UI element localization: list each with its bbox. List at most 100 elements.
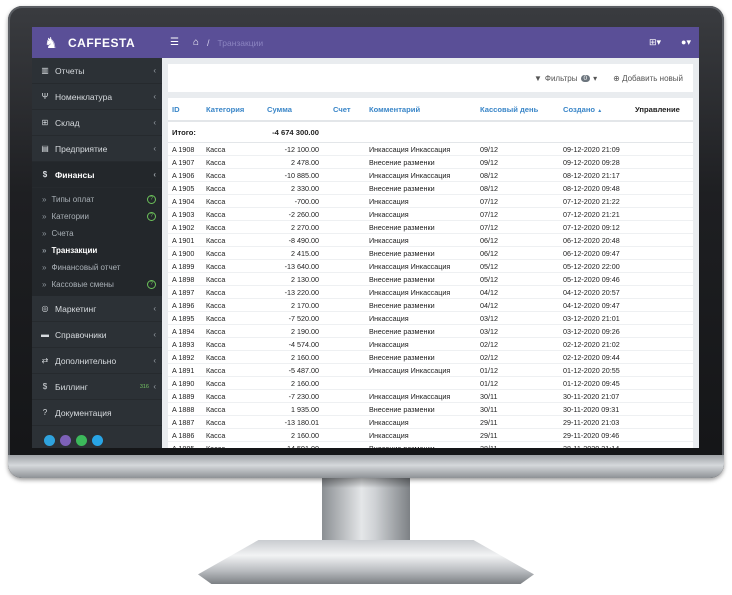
table-row[interactable]: A 1891 Касса -5 487.00 Инкассация Инкассаци… bbox=[168, 363, 693, 377]
cell-actions[interactable] bbox=[631, 220, 693, 234]
cell-id: A 1890 bbox=[168, 376, 202, 390]
telegram-icon[interactable] bbox=[44, 435, 55, 446]
table-row[interactable]: A 1889 Касса -7 230.00 Инкассация Инкассаци… bbox=[168, 389, 693, 403]
double-chevron-icon: » bbox=[42, 212, 47, 221]
cell-actions[interactable] bbox=[631, 415, 693, 429]
table-row[interactable]: A 1899 Касса -13 640.00 Инкассация Инкассац… bbox=[168, 259, 693, 273]
table-row[interactable]: A 1893 Касса -4 574.00 Инкассация 02/12 02-12… bbox=[168, 337, 693, 351]
cell-actions[interactable] bbox=[631, 337, 693, 351]
table-row[interactable]: A 1907 Касса 2 478.00 Внесение разменки 09/1… bbox=[168, 155, 693, 169]
sidebar-item-additional[interactable]: ⇄ Дополнительно ‹ bbox=[32, 348, 162, 374]
cell-actions[interactable] bbox=[631, 142, 693, 156]
cell-account bbox=[329, 272, 365, 286]
help-icon[interactable]: ? bbox=[147, 280, 156, 289]
table-row[interactable]: A 1900 Касса 2 415.00 Внесение разменки 06/1… bbox=[168, 246, 693, 260]
dollar-icon: $ bbox=[42, 170, 48, 179]
cell-actions[interactable] bbox=[631, 168, 693, 182]
total-row: Итого: -4 674 300.00 bbox=[168, 121, 693, 143]
col-header-account[interactable]: Счет bbox=[329, 98, 365, 122]
col-header-amount[interactable]: Сумма bbox=[263, 98, 329, 122]
cell-actions[interactable] bbox=[631, 194, 693, 208]
sidebar-subitem-cash-shifts[interactable]: » Кассовые смены ? bbox=[32, 276, 162, 293]
table-row[interactable]: A 1887 Касса -13 180.01 Инкассация 29/11 29-1… bbox=[168, 415, 693, 429]
table-row[interactable]: A 1908 Касса -12 100.00 Инкассация Инкассац… bbox=[168, 142, 693, 156]
col-header-created[interactable]: Создано ▲ bbox=[559, 98, 631, 122]
target-icon: ◎ bbox=[41, 304, 49, 313]
help-icon[interactable]: ? bbox=[147, 195, 156, 204]
add-new-button[interactable]: ⊕ Добавить новый bbox=[613, 74, 683, 83]
table-row[interactable]: A 1896 Касса 2 170.00 Внесение разменки 04/1… bbox=[168, 298, 693, 312]
cell-comment: Внесение разменки bbox=[365, 246, 476, 260]
total-value: -4 674 300.00 bbox=[263, 121, 329, 143]
table-row[interactable]: A 1903 Касса -2 260.00 Инкассация 07/12 07-12… bbox=[168, 207, 693, 221]
col-header-category[interactable]: Категория bbox=[202, 98, 263, 122]
sidebar-subitem-financial-report[interactable]: » Финансовый отчет bbox=[32, 259, 162, 276]
table-row[interactable]: A 1905 Касса 2 330.00 Внесение разменки 08/1… bbox=[168, 181, 693, 195]
skype-icon[interactable] bbox=[92, 435, 103, 446]
whatsapp-icon[interactable] bbox=[76, 435, 87, 446]
sidebar-item-warehouse[interactable]: ⊞ Склад ‹ bbox=[32, 110, 162, 136]
table-row[interactable]: A 1894 Касса 2 190.00 Внесение разменки 03/1… bbox=[168, 324, 693, 338]
cell-category: Касса bbox=[202, 272, 263, 286]
sidebar-subitem-categories[interactable]: » Категории ? bbox=[32, 208, 162, 225]
sidebar-item-billing[interactable]: $ Биллинг 316 ‹ bbox=[32, 374, 162, 400]
cell-category: Касса bbox=[202, 142, 263, 156]
sidebar-item-label: Отчеты bbox=[55, 65, 85, 76]
table-row[interactable]: A 1895 Касса -7 520.00 Инкассация 03/12 03-12… bbox=[168, 311, 693, 325]
table-row[interactable]: A 1898 Касса 2 130.00 Внесение разменки 05/1… bbox=[168, 272, 693, 286]
table-row[interactable]: A 1902 Касса 2 270.00 Внесение разменки 07/1… bbox=[168, 220, 693, 234]
cell-actions[interactable] bbox=[631, 181, 693, 195]
sidebar-item-marketing[interactable]: ◎ Маркетинг ‹ bbox=[32, 296, 162, 322]
home-icon[interactable]: ⌂ bbox=[193, 37, 199, 48]
cell-actions[interactable] bbox=[631, 155, 693, 169]
viber-icon[interactable] bbox=[60, 435, 71, 446]
sidebar-item-reports[interactable]: ▥ Отчеты ‹ bbox=[32, 58, 162, 84]
cell-actions[interactable] bbox=[631, 298, 693, 312]
table-row[interactable]: A 1886 Касса 2 160.00 Инкассация 29/11 29-11-… bbox=[168, 428, 693, 442]
sidebar-subitem-transactions[interactable]: » Транзакции bbox=[32, 242, 162, 259]
cell-actions[interactable] bbox=[631, 207, 693, 221]
cell-actions[interactable] bbox=[631, 389, 693, 403]
cell-actions[interactable] bbox=[631, 324, 693, 338]
sidebar-item-nomenclature[interactable]: Ψ Номенклатура ‹ bbox=[32, 84, 162, 110]
sidebar-subitem-payment-types[interactable]: » Типы оплат ? bbox=[32, 191, 162, 208]
sidebar-item-directories[interactable]: ▬ Справочники ‹ bbox=[32, 322, 162, 348]
cell-created: 30-11-2020 21:07 bbox=[559, 389, 631, 403]
cell-actions[interactable] bbox=[631, 311, 693, 325]
col-header-comment[interactable]: Комментарий bbox=[365, 98, 476, 122]
sidebar-subitem-accounts[interactable]: » Счета bbox=[32, 225, 162, 242]
table-row[interactable]: A 1885 Касса -14 591.00 Внесение разменки 28… bbox=[168, 441, 693, 448]
sidebar-item-enterprise[interactable]: ▤ Предприятие ‹ bbox=[32, 136, 162, 162]
cell-actions[interactable] bbox=[631, 428, 693, 442]
col-header-cash-day[interactable]: Кассовый день bbox=[476, 98, 559, 122]
col-header-id[interactable]: ID bbox=[168, 98, 202, 122]
sidebar-item-documentation[interactable]: ? Документация bbox=[32, 400, 162, 426]
cell-actions[interactable] bbox=[631, 376, 693, 390]
table-row[interactable]: A 1890 Касса 2 160.00 01/12 01-12-2020 09:45 bbox=[168, 376, 693, 390]
table-row[interactable]: A 1892 Касса 2 160.00 Внесение разменки 02/1… bbox=[168, 350, 693, 364]
help-icon[interactable]: ? bbox=[147, 212, 156, 221]
filters-button[interactable]: ▼ Фильтры 0 ▾ bbox=[534, 74, 597, 83]
table-row[interactable]: A 1888 Касса 1 935.00 Внесение разменки 30/1… bbox=[168, 402, 693, 416]
table-row[interactable]: A 1904 Касса -700.00 Инкассация 07/12 07-12-2… bbox=[168, 194, 693, 208]
cell-actions[interactable] bbox=[631, 363, 693, 377]
user-menu-icon[interactable]: ●▾ bbox=[681, 37, 691, 48]
cell-actions[interactable] bbox=[631, 402, 693, 416]
sidebar-item-label: Маркетинг bbox=[55, 303, 97, 314]
cell-amount: -8 490.00 bbox=[263, 233, 329, 247]
cell-actions[interactable] bbox=[631, 259, 693, 273]
cell-actions[interactable] bbox=[631, 233, 693, 247]
cell-actions[interactable] bbox=[631, 441, 693, 448]
brand[interactable]: ♞ CAFFESTA bbox=[32, 27, 162, 58]
table-row[interactable]: A 1897 Касса -13 220.00 Инкассация Инкассац… bbox=[168, 285, 693, 299]
add-menu-icon[interactable]: ⊞▾ bbox=[649, 37, 661, 48]
cell-actions[interactable] bbox=[631, 272, 693, 286]
cell-actions[interactable] bbox=[631, 246, 693, 260]
cell-actions[interactable] bbox=[631, 285, 693, 299]
table-row[interactable]: A 1906 Касса -10 885.00 Инкассация Инкассац… bbox=[168, 168, 693, 182]
cell-created: 09-12-2020 09:28 bbox=[559, 155, 631, 169]
table-row[interactable]: A 1901 Касса -8 490.00 Инкассация 06/12 06-12… bbox=[168, 233, 693, 247]
sidebar-item-finance[interactable]: $ Финансы ‹ bbox=[32, 162, 162, 188]
menu-toggle-icon[interactable]: ☰ bbox=[170, 37, 179, 48]
cell-actions[interactable] bbox=[631, 350, 693, 364]
